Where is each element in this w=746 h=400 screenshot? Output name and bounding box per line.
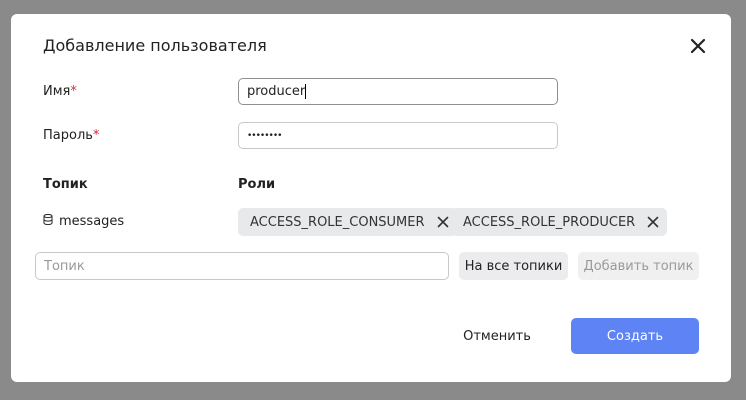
topic-placeholder: Топик bbox=[44, 258, 85, 274]
role-label: ACCESS_ROLE_PRODUCER bbox=[463, 214, 636, 230]
close-icon[interactable] bbox=[688, 36, 708, 56]
add-user-dialog: Добавление пользователя Имя* producer Па… bbox=[11, 14, 731, 382]
role-label: ACCESS_ROLE_CONSUMER bbox=[250, 214, 425, 230]
dialog-title: Добавление пользователя bbox=[43, 36, 267, 55]
remove-role-icon[interactable] bbox=[437, 216, 449, 228]
role-chip-consumer: ACCESS_ROLE_CONSUMER bbox=[238, 208, 457, 236]
database-icon bbox=[43, 213, 53, 229]
role-chip-producer: ACCESS_ROLE_PRODUCER bbox=[451, 208, 668, 236]
required-mark: * bbox=[92, 128, 100, 143]
add-topic-button[interactable]: Добавить топик bbox=[578, 252, 699, 280]
create-button[interactable]: Создать bbox=[571, 318, 699, 354]
required-mark: * bbox=[70, 84, 77, 99]
topic-row: messages bbox=[43, 213, 125, 229]
all-topics-button[interactable]: На все топики bbox=[459, 252, 568, 280]
password-label: Пароль* bbox=[43, 128, 100, 143]
topic-input[interactable]: Топик bbox=[35, 252, 449, 280]
password-value: •••••••• bbox=[247, 130, 282, 141]
topic-name: messages bbox=[59, 214, 125, 229]
text-caret bbox=[305, 84, 307, 99]
cancel-button[interactable]: Отменить bbox=[457, 318, 537, 354]
remove-role-icon[interactable] bbox=[647, 216, 659, 228]
topic-column-header: Топик bbox=[43, 177, 88, 192]
password-field[interactable]: •••••••• bbox=[238, 122, 558, 149]
roles-column-header: Роли bbox=[238, 177, 276, 192]
name-label: Имя* bbox=[43, 84, 77, 99]
name-value: producer bbox=[247, 84, 306, 99]
name-field[interactable]: producer bbox=[238, 78, 558, 105]
